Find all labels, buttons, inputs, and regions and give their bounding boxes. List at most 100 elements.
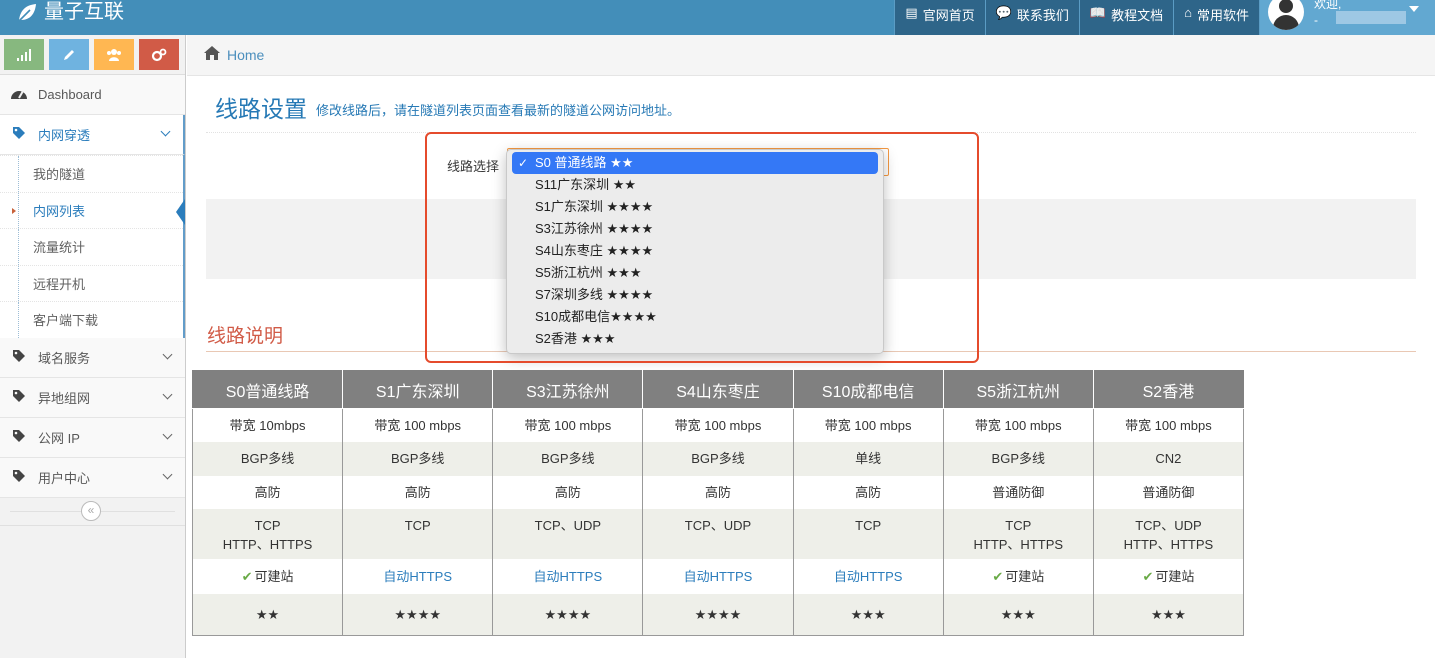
table-row: ★★ ★★★★ ★★★★ ★★★★ ★★★ ★★★ ★★★: [191, 593, 1245, 636]
signal-icon[interactable]: [4, 39, 44, 70]
line-option[interactable]: S4山东枣庄 ★★★★: [512, 240, 878, 262]
auto-https-link[interactable]: 自动HTTPS: [834, 569, 903, 584]
home-icon: [204, 46, 220, 64]
table-cell: 高防: [191, 475, 344, 509]
submenu-traffic-stats[interactable]: 流量统计: [0, 228, 183, 265]
line-select-dropdown: ✓ S0 普通线路 ★★ S11广东深圳 ★★ S1广东深圳 ★★★★ S3江苏徐…: [506, 149, 884, 354]
list-alt-icon: ▤: [905, 5, 918, 20]
column-header: S0普通线路: [191, 370, 344, 409]
top-navbar: 量子互联 ▤ 官网首页 💬 联系我们 📖 教程文档 ⌂ 常用软件 欢迎, -: [0, 0, 1435, 35]
breadcrumb: Home: [187, 35, 1435, 76]
user-menu[interactable]: 欢迎, -: [1259, 0, 1435, 35]
table-cell: 带宽 10mbps: [191, 408, 344, 442]
cogs-icon[interactable]: [139, 39, 179, 70]
table-row: BGP多线 BGP多线 BGP多线 BGP多线 单线 BGP多线 CN2: [191, 441, 1245, 476]
line-option[interactable]: S11广东深圳 ★★: [512, 174, 878, 196]
submenu-wake-on-lan[interactable]: 远程开机: [0, 264, 183, 302]
table-cell: TCP: [792, 508, 944, 559]
table-cell: 带宽 100 mbps: [792, 408, 944, 442]
table-cell: BGP多线: [191, 441, 344, 476]
auto-https-link[interactable]: 自动HTTPS: [383, 569, 452, 584]
caret-right-icon: [12, 207, 16, 214]
option-label: S5浙江杭州 ★★★: [535, 265, 642, 280]
nav-docs-link[interactable]: 📖 教程文档: [1078, 0, 1174, 35]
chevron-down-icon: [162, 429, 173, 439]
rating-stars: ★★★: [942, 593, 1094, 636]
option-label: S7深圳多线 ★★★★: [535, 287, 654, 302]
line-option[interactable]: S7深圳多线 ★★★★: [512, 284, 878, 306]
nav-home-link[interactable]: ▤ 官网首页: [894, 0, 985, 35]
active-pointer: [176, 198, 185, 225]
sidebar-shortcuts: [0, 35, 185, 75]
table-cell: TCP、UDP: [642, 508, 794, 559]
sidebar-item-remote-network[interactable]: 异地组网: [0, 377, 185, 418]
table-cell: BGP多线: [342, 441, 494, 476]
tag-icon: [10, 349, 28, 366]
line-option[interactable]: ✓ S0 普通线路 ★★: [512, 152, 878, 174]
auto-https-link[interactable]: 自动HTTPS: [684, 569, 753, 584]
line-option[interactable]: S2香港 ★★★: [512, 328, 878, 350]
page-title: 线路设置: [215, 96, 307, 122]
table-cell: ✔ 可建站: [942, 558, 1094, 594]
column-header: S10成都电信: [792, 370, 944, 409]
line-option[interactable]: S1广东深圳 ★★★★: [512, 196, 878, 218]
nav-home-label: 官网首页: [922, 8, 975, 23]
submenu-label: 远程开机: [33, 276, 86, 292]
brand[interactable]: 量子互联: [16, 0, 124, 35]
sidebar-item-user-center[interactable]: 用户中心: [0, 457, 185, 498]
submenu-client-download[interactable]: 客户端下载: [0, 301, 183, 338]
protocol-line: TCP、UDP: [534, 517, 602, 533]
table-cell: ✔ 可建站: [191, 558, 344, 594]
table-cell: 带宽 100 mbps: [492, 408, 644, 442]
auto-https-link[interactable]: 自动HTTPS: [534, 569, 603, 584]
pencil-icon[interactable]: [49, 39, 89, 70]
protocol-line: TCP: [404, 517, 431, 533]
table-cell: BGP多线: [642, 441, 794, 476]
users-icon[interactable]: [94, 39, 134, 70]
sidebar-item-intranet[interactable]: 内网穿透: [0, 115, 185, 155]
submenu-intranet-list[interactable]: 内网列表: [0, 191, 185, 228]
option-label: S0 普通线路 ★★: [535, 155, 634, 170]
column-header: S2香港: [1092, 370, 1245, 409]
nav-software-link[interactable]: ⌂ 常用软件: [1173, 0, 1259, 35]
protocol-line: TCP: [855, 517, 882, 533]
check-icon: ✔: [1142, 568, 1154, 584]
rating-stars: ★★★★: [492, 593, 644, 636]
submenu-my-tunnels[interactable]: 我的隧道: [0, 155, 183, 192]
table-cell: 单线: [792, 441, 944, 476]
feature-text: 可建站: [1155, 568, 1195, 584]
intranet-submenu: 我的隧道 内网列表 流量统计 远程开机 客户端下载: [0, 155, 185, 338]
sidebar-item-dashboard[interactable]: Dashboard: [0, 75, 185, 115]
line-option[interactable]: S10成都电信★★★★: [512, 306, 878, 328]
redacted-username: [1336, 11, 1406, 24]
rating-stars: ★★★★: [342, 593, 494, 636]
table-cell: 带宽 100 mbps: [342, 408, 494, 442]
sidebar-item-label: 异地组网: [38, 390, 91, 406]
table-cell: 高防: [492, 475, 644, 509]
sidebar-item-domain[interactable]: 域名服务: [0, 337, 185, 378]
comments-icon: 💬: [995, 5, 1012, 20]
sidebar-item-public-ip[interactable]: 公网 IP: [0, 417, 185, 458]
table-cell: BGP多线: [492, 441, 644, 476]
table-row: ✔ 可建站 自动HTTPS 自动HTTPS 自动HTTPS 自动HTTPS ✔ 可建…: [191, 558, 1245, 594]
table-cell: 自动HTTPS: [492, 558, 644, 594]
line-option[interactable]: S3江苏徐州 ★★★★: [512, 218, 878, 240]
column-header: S5浙江杭州: [942, 370, 1094, 409]
sidebar-collapse-bar: «: [0, 498, 185, 526]
check-icon: ✔: [992, 568, 1004, 584]
breadcrumb-home-link[interactable]: Home: [227, 47, 264, 63]
option-label: S11广东深圳 ★★: [535, 177, 637, 192]
book-icon: 📖: [1089, 5, 1107, 20]
line-option[interactable]: S5浙江杭州 ★★★: [512, 262, 878, 284]
chevron-down-icon: [162, 469, 173, 479]
table-row: TCP HTTP、HTTPS TCP TCP、UDP TCP、UDP TCP TC…: [191, 508, 1245, 559]
table-cell: TCP HTTP、HTTPS: [942, 508, 1094, 559]
table-cell: 普通防御: [942, 475, 1094, 509]
chevron-down-icon: [162, 389, 173, 399]
double-angle-left-icon[interactable]: «: [81, 500, 101, 521]
rating-stars: ★★★★: [642, 593, 794, 636]
nav-contact-link[interactable]: 💬 联系我们: [984, 0, 1079, 35]
check-icon: ✓: [518, 156, 529, 170]
column-header: S4山东枣庄: [642, 370, 794, 409]
protocol-line: HTTP、HTTPS: [1123, 536, 1214, 552]
